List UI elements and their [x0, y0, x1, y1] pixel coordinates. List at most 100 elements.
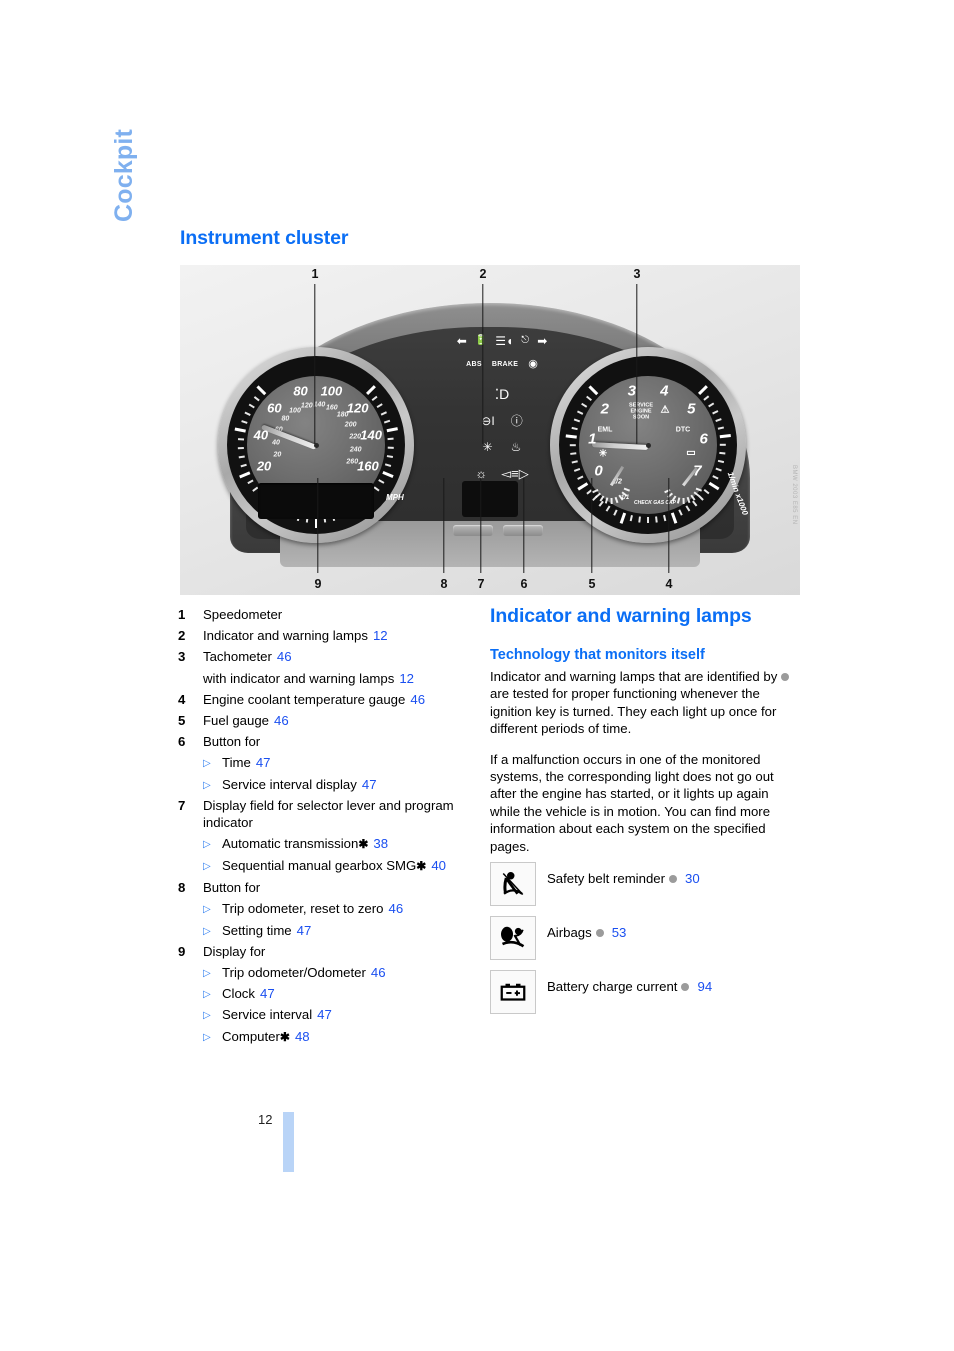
page-reference[interactable]: 46 — [384, 901, 404, 916]
fuel-temp-gauges: 1/2 1/1 CHECK GAS CAP — [559, 356, 737, 534]
triangle-bullet-icon: ▷ — [203, 968, 211, 979]
gauge-tick — [254, 396, 260, 402]
page-reference[interactable]: 46 — [405, 692, 425, 707]
legend-item-number: 4 — [178, 691, 186, 707]
legend-sub-label: Trip odometer/Odometer 46 — [222, 965, 386, 980]
right-column-text: Indicator and warning lamps that are ide… — [490, 668, 790, 868]
legend-item-label: Display field for selector lever and pro… — [203, 797, 454, 830]
legend-sub-item: ▷ Service interval display 47 — [178, 776, 478, 797]
mini-gauge-tick — [605, 497, 609, 504]
gauge-tick — [240, 463, 247, 467]
page-edge-marker — [283, 1112, 294, 1172]
legend-sub-label: Setting time 47 — [222, 922, 312, 938]
selector-lever-display — [462, 481, 518, 517]
legend-item: 5 Fuel gauge 46 — [178, 712, 478, 733]
legend-sub-label: Trip odometer, reset to zero 46 — [222, 901, 404, 917]
legend-item: 4 Engine coolant temperature gauge 46 — [178, 691, 478, 712]
gauge-tick — [378, 479, 385, 484]
figure-callout-number: 8 — [440, 577, 448, 591]
legend-item-number: 6 — [178, 734, 186, 750]
figure-callout-line — [443, 478, 445, 573]
page-reference[interactable]: 47 — [312, 1007, 332, 1022]
fog-lamp-icon: ⁚D — [494, 386, 510, 402]
gauge-tick — [376, 403, 383, 409]
legend-item: 8 Button for — [178, 879, 478, 900]
optional-equipment-marker: ✱ — [279, 1029, 290, 1044]
optional-equipment-marker: ✱ — [358, 836, 369, 851]
page-reference[interactable]: 53 — [607, 925, 627, 940]
figure-callout-line — [314, 284, 316, 444]
gauge-tick — [238, 471, 250, 478]
legend-item-label: Engine coolant temperature gauge 46 — [203, 691, 426, 707]
legend-sub-label: Sequential manual gearbox SMG✱ 40 — [222, 858, 446, 874]
battery-icon — [490, 970, 536, 1014]
legend-sub-label: Computer✱ 48 — [222, 1028, 310, 1044]
airbag-icon — [490, 916, 536, 960]
triangle-bullet-icon: ▷ — [203, 1031, 211, 1043]
gauge-tick — [247, 479, 254, 484]
gauge-label: 160 — [357, 458, 379, 474]
triangle-bullet-icon: ▷ — [203, 838, 211, 850]
page-reference[interactable]: 30 — [680, 871, 700, 886]
page-reference[interactable]: 46 — [366, 965, 386, 980]
page-reference[interactable]: 46 — [269, 713, 289, 728]
paragraph-1-before: Indicator and warning lamps that are ide… — [490, 669, 778, 684]
paragraph-malfunction: If a malfunction occurs in one of the mo… — [490, 751, 774, 854]
mini-gauge-tick — [610, 497, 613, 505]
page-reference[interactable]: 38 — [368, 836, 388, 851]
figure-callout-number: 9 — [314, 577, 322, 591]
gauge-tick — [241, 420, 248, 424]
figure-callout-number: 6 — [520, 577, 528, 591]
abs-lamp-label: ABS — [466, 361, 482, 368]
page-reference[interactable]: 47 — [251, 755, 271, 770]
legend-item-number: 2 — [178, 628, 186, 644]
gauge-tick — [382, 471, 394, 478]
trip-reset-button[interactable] — [453, 525, 493, 536]
legend-sub-label: Clock 47 — [222, 986, 275, 1002]
lamp-table-label: Airbags 53 — [547, 916, 626, 941]
legend-item-label: Fuel gauge 46 — [203, 712, 289, 728]
figure-callout-number: 4 — [665, 577, 673, 591]
gauge-label: 80 — [293, 383, 308, 399]
gauge-tick — [238, 447, 245, 449]
page-reference[interactable]: 40 — [426, 858, 446, 873]
battery-lamp-icon: 🔋 — [474, 335, 488, 346]
page-reference[interactable]: 47 — [292, 923, 312, 938]
lamp-table-row: Airbags 53 — [490, 916, 790, 960]
legend-sub-item: ▷ Clock 47 — [178, 985, 478, 1006]
legend-item: 9 Display for — [178, 943, 478, 964]
optional-equipment-marker: ✱ — [416, 859, 427, 874]
oil-pressure-icon: ⎋ — [521, 335, 530, 346]
seatbelt-icon — [490, 862, 536, 906]
figure-callout-number: 2 — [479, 267, 487, 281]
figure-callout-line — [523, 478, 525, 573]
legend-sub-label: Time 47 — [222, 755, 271, 771]
legend-item-number: 7 — [178, 797, 186, 813]
page-reference[interactable]: 48 — [290, 1029, 310, 1044]
mini-gauge-tick — [677, 497, 681, 504]
page-reference[interactable]: 94 — [692, 979, 712, 994]
gauge-tick — [387, 438, 394, 441]
speedometer-unit-label: MPH — [386, 493, 404, 502]
page-reference[interactable]: 46 — [272, 649, 292, 664]
legend-sub-item: ▷ Automatic transmission✱ 38 — [178, 835, 478, 857]
lamp-name: Battery charge current — [547, 979, 678, 994]
lamp-table-row: Battery charge current 94 — [490, 970, 790, 1014]
chapter-tab-cockpit: Cockpit — [110, 128, 138, 222]
manual-page: Cockpit Instrument cluster 2040608010012… — [0, 0, 954, 1351]
legend-item-label: Indicator and warning lamps 12 — [203, 628, 388, 644]
gauge-label: 40 — [253, 427, 269, 443]
page-reference[interactable]: 47 — [255, 986, 275, 1001]
page-reference[interactable]: 47 — [357, 777, 377, 792]
odometer-display — [258, 483, 374, 519]
mini-gauge-tick — [595, 492, 601, 498]
gauge-tick — [244, 411, 251, 416]
triangle-bullet-icon: ▷ — [203, 925, 211, 937]
cruise-control-icon: ✳ — [482, 440, 493, 454]
page-reference[interactable]: 12 — [368, 628, 388, 643]
triangle-bullet-icon: ▷ — [203, 861, 211, 873]
figure-credit: BMW 2003 E85 EN — [791, 465, 797, 525]
page-reference[interactable]: 12 — [394, 671, 414, 686]
legend-sub-item: ▷ Sequential manual gearbox SMG✱ 40 — [178, 857, 478, 879]
legend-item-number: 9 — [178, 943, 186, 959]
